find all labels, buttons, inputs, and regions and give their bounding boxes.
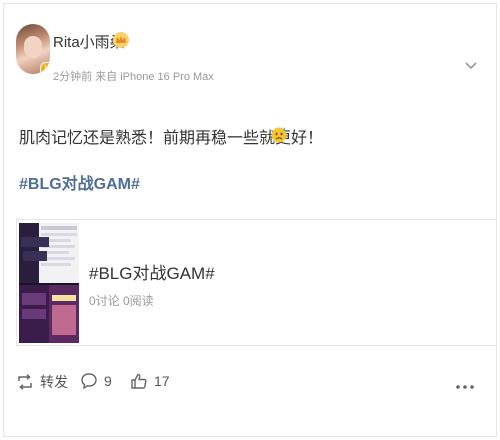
sweat-emoji-icon: [271, 127, 287, 143]
comment-count: 9: [104, 373, 112, 389]
repost-label: 转发: [40, 374, 68, 390]
verified-badge: V: [40, 62, 50, 74]
topic-thumbnail: [19, 223, 79, 343]
repost-icon: [18, 374, 32, 390]
hashtag-link[interactable]: #BLG对战GAM#: [19, 170, 140, 194]
repost-button[interactable]: 转发: [16, 372, 68, 392]
post-meta: 2分钟前 来自 iPhone 16 Pro Max: [53, 71, 214, 83]
avatar[interactable]: V: [16, 24, 50, 74]
card-stats: 0讨论 0阅读: [89, 294, 154, 308]
like-button[interactable]: 17: [130, 372, 170, 390]
crown-icon: [113, 32, 129, 48]
avatar-face: [24, 36, 42, 58]
card-title[interactable]: #BLG对战GAM#: [89, 259, 215, 284]
comment-button[interactable]: 9: [80, 372, 112, 390]
like-icon: [131, 373, 147, 389]
like-count: 17: [154, 373, 170, 389]
topic-card[interactable]: #BLG对战GAM# 0讨论 0阅读: [16, 219, 497, 346]
more-icon[interactable]: [455, 384, 475, 390]
comment-icon: [81, 373, 97, 390]
chevron-down-icon[interactable]: [464, 60, 478, 70]
